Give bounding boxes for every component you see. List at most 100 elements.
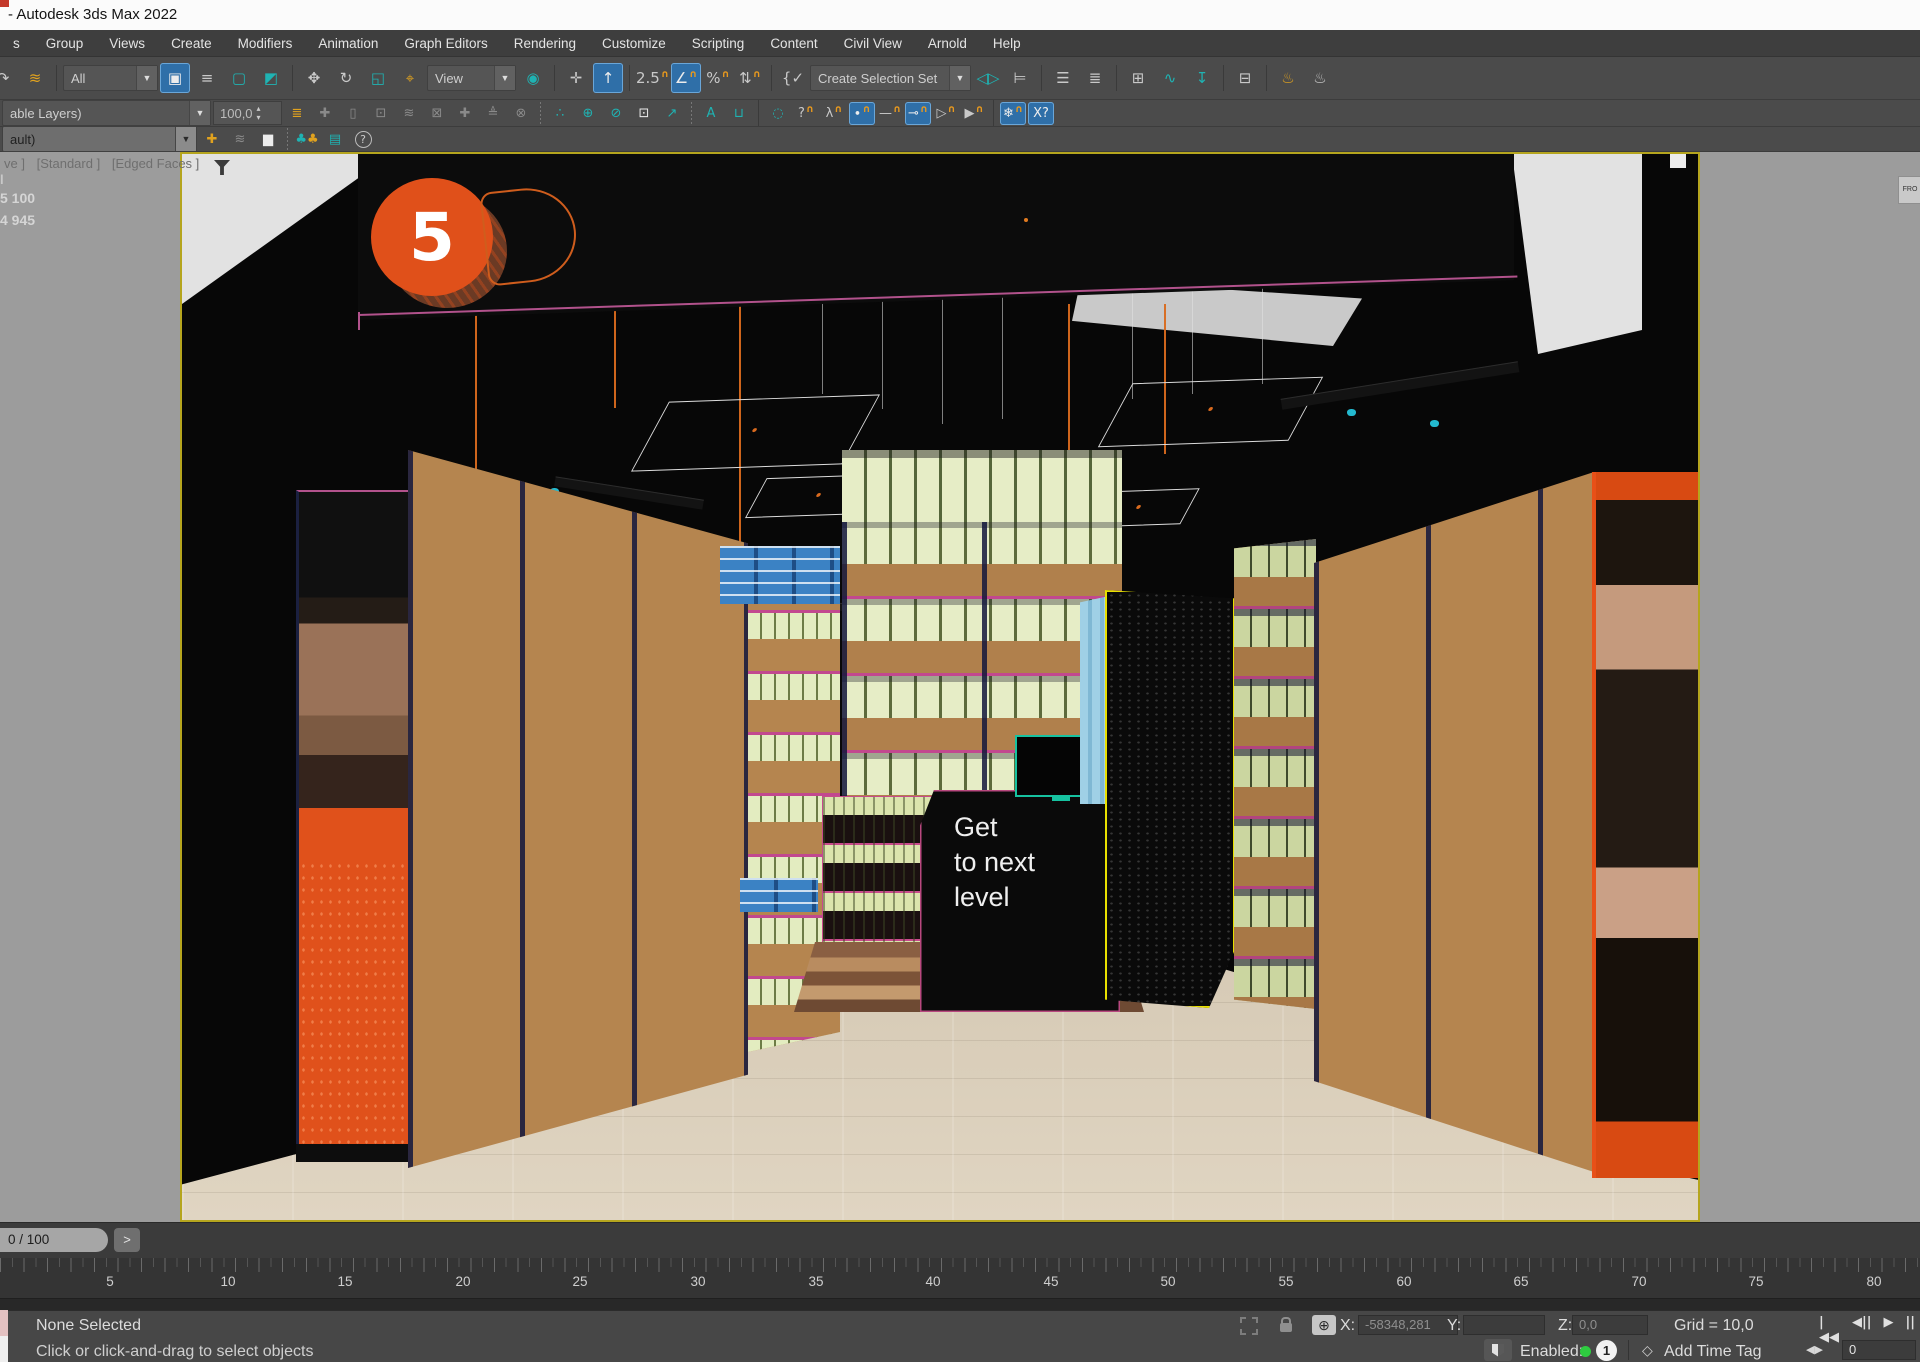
box-page-icon[interactable]: ⊠ [424,102,450,125]
stack-layers-icon[interactable]: ≋ [396,102,422,125]
x-axis-magnet-icon[interactable]: X? [1028,102,1054,125]
render-production-icon[interactable]: ♨ [1273,63,1303,93]
select-and-place-icon[interactable]: ⌖ [395,63,425,93]
page-layers-icon[interactable]: ⊡ [368,102,394,125]
reference-coordinate-system-dropdown[interactable]: View▼ [427,65,516,91]
window-crossing-icon[interactable]: ◩ [256,63,286,93]
select-and-scale-icon[interactable]: ◱ [363,63,393,93]
select-and-move-icon[interactable]: ✥ [299,63,329,93]
use-pivot-point-center-icon[interactable]: ◉ [518,63,548,93]
menu-item-group[interactable]: Group [33,36,97,51]
plus-coins-icon[interactable]: ✚ [199,128,225,151]
trash-layers-icon[interactable]: ▯ [340,102,366,125]
face-outline-snap-icon[interactable]: ▷∩ [933,102,959,125]
face-filled-snap-icon[interactable]: ▶∩ [961,102,987,125]
add-time-tag[interactable]: Add Time Tag [1664,1343,1762,1361]
material-editor-icon[interactable]: ↧ [1187,63,1217,93]
paint-window-icon[interactable]: ⊡ [631,102,657,125]
snaps-toggle-2-5-icon[interactable]: 2.5∩ [636,63,669,93]
x-coordinate-field[interactable]: -58348,281 [1358,1315,1458,1335]
perspective-viewport[interactable]: 5 G [180,152,1700,1222]
white-swatch-icon[interactable]: ▆ [255,128,281,151]
menu-item-civil-view[interactable]: Civil View [831,36,915,51]
maxscript-mini-listener[interactable] [0,1310,8,1362]
time-slider-next-button[interactable]: > [114,1228,140,1252]
rectangular-selection-region-icon[interactable]: ▢ [224,63,254,93]
absolute-mode-icon[interactable]: ⊕ [1312,1315,1336,1335]
viewport-standard-label[interactable]: [Standard ] [37,156,101,171]
select-object-icon[interactable]: ▣ [160,63,190,93]
current-frame-field[interactable]: 0 [1842,1340,1916,1360]
key-mode-arrows[interactable]: ◀▶ [1806,1343,1823,1356]
menu-item-create[interactable]: Create [158,36,225,51]
select-by-name-icon[interactable]: ≡ [192,63,222,93]
center-target-icon[interactable]: ⊕ [575,102,601,125]
isolate-selection-icon[interactable] [1240,1317,1258,1335]
spheres-x-icon[interactable]: ⊘ [603,102,629,125]
scene-explorer-icon[interactable]: ☰ [1048,63,1078,93]
bone-magnet-icon[interactable]: λ∩ [821,102,847,125]
z-coordinate-field[interactable]: 0,0 [1572,1315,1648,1335]
layer-explorer-icon[interactable]: ≣ [1080,63,1110,93]
edge-snap-icon[interactable]: —∩ [877,102,903,125]
y-coordinate-field[interactable] [1463,1315,1545,1335]
schematic-view-icon[interactable]: ⊞ [1123,63,1153,93]
menu-item-content[interactable]: Content [757,36,830,51]
render-flyout-icon[interactable]: ♨ [1305,63,1335,93]
scatter-dots-icon[interactable]: ∴ [547,102,573,125]
time-slider[interactable]: 0 / 100 [0,1228,108,1252]
help-circle-icon[interactable]: ? [350,128,376,151]
keyboard-shortcut-override-icon[interactable]: ↑ [593,63,623,93]
snowflake-magnet-icon[interactable]: ❄∩ [1000,102,1026,125]
plus-page-icon[interactable]: ✚ [452,102,478,125]
named-selection-sets-dropdown[interactable]: Create Selection Set▼ [810,65,971,91]
thumb-layers-icon[interactable]: ✚ [312,102,338,125]
edit-named-selection-sets-icon[interactable]: {✓ [778,63,808,93]
mirror-icon[interactable]: ◁▷ [973,63,1003,93]
select-and-manipulate-icon[interactable]: ✛ [561,63,591,93]
vertex-snap-icon[interactable]: ∙∩ [849,102,875,125]
layers-dropdown[interactable]: able Layers)▼ [2,100,211,126]
bind-to-space-warp-icon[interactable]: ≋ [20,63,50,93]
redo-icon[interactable]: ↷ [0,63,18,93]
menu-item-s[interactable]: s [0,36,33,51]
render-setup-icon[interactable]: ⊟ [1230,63,1260,93]
dotted-circle-icon[interactable]: ◌ [765,102,791,125]
menu-item-modifiers[interactable]: Modifiers [225,36,306,51]
menu-item-help[interactable]: Help [980,36,1034,51]
viewcube[interactable]: FRO [1898,176,1920,204]
layers-gear-icon[interactable]: ≣ [284,102,310,125]
menu-item-graph-editors[interactable]: Graph Editors [391,36,500,51]
curve-editor-icon[interactable]: ∿ [1155,63,1185,93]
cross-stack-icon[interactable]: ⊗ [508,102,534,125]
viewport-shading-label[interactable]: [Edged Faces ] [112,156,199,171]
track-bar-ruler[interactable]: 5101520253035404550556065707580 [0,1258,1920,1299]
dots-question-icon[interactable]: ?∩ [793,102,819,125]
selection-lock-icon[interactable] [1280,1323,1292,1332]
teal-document-icon[interactable]: ▤ [322,128,348,151]
notification-badge[interactable]: 1 [1596,1340,1617,1361]
menu-item-customize[interactable]: Customize [589,36,679,51]
squares-arrow-icon[interactable]: ↗ [659,102,685,125]
pyramid-stack-icon[interactable]: ≜ [480,102,506,125]
spinner-snap-icon[interactable]: ⇅∩ [735,63,765,93]
spinner-icon[interactable]: ▴▾ [257,104,261,122]
layer-value-field[interactable]: 100,0▴▾ [213,101,282,125]
trees-icon[interactable]: ♣♣ [294,128,320,151]
select-and-rotate-icon[interactable]: ↻ [331,63,361,93]
ruler-caliper-icon[interactable]: ⊔ [726,102,752,125]
percent-snap-icon[interactable]: %∩ [703,63,733,93]
viewport-label-row[interactable]: ve ] [Standard ] [Edged Faces ] [4,156,207,172]
menu-item-arnold[interactable]: Arnold [915,36,980,51]
preset-dropdown[interactable]: ault)▼ [2,126,197,152]
selection-filter-dropdown[interactable]: All▼ [63,65,158,91]
dark-layers-icon[interactable]: ≋ [227,128,253,151]
menu-item-animation[interactable]: Animation [305,36,391,51]
menu-item-views[interactable]: Views [96,36,158,51]
midpoint-snap-icon[interactable]: ⊸∩ [905,102,931,125]
viewport-pov-label[interactable]: ve ] [4,156,25,171]
dots-a-icon[interactable]: A [698,102,724,125]
scene-security-button[interactable] [1484,1339,1512,1361]
menu-item-scripting[interactable]: Scripting [679,36,758,51]
align-icon[interactable]: ⊨ [1005,63,1035,93]
